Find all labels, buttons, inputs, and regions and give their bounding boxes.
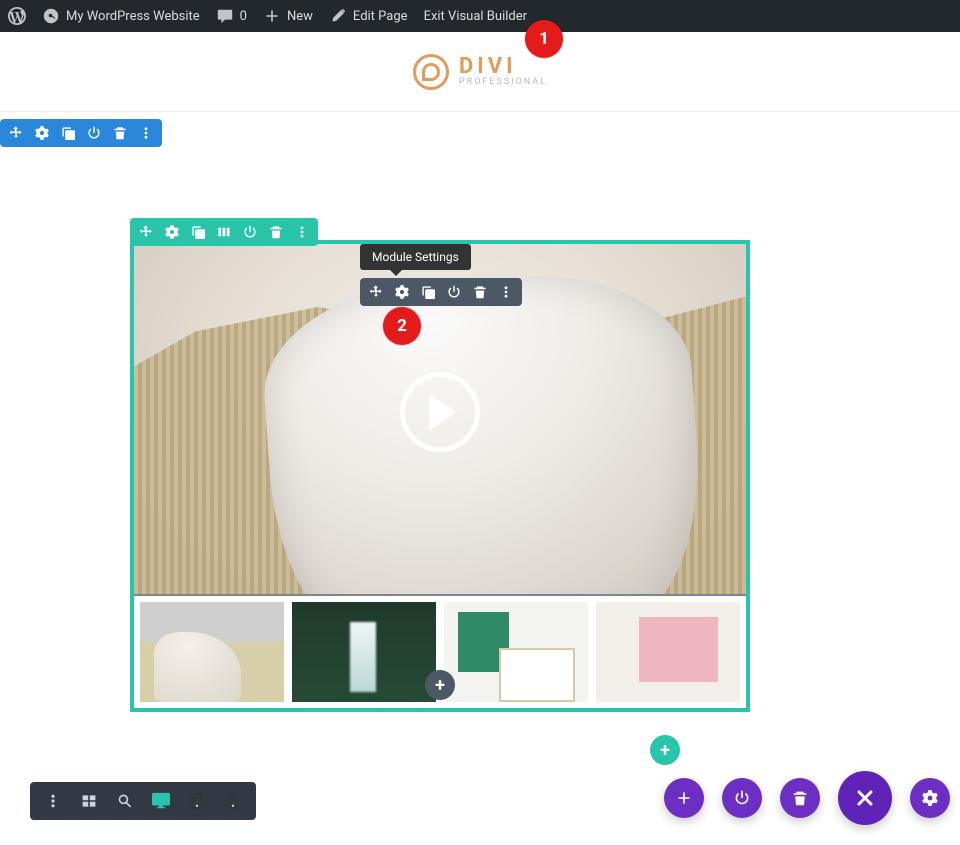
dashboard-icon <box>42 7 60 25</box>
duplicate-icon[interactable] <box>60 125 76 141</box>
section-toolbar <box>0 119 162 147</box>
fab-power[interactable] <box>722 778 762 818</box>
phone-view-icon[interactable] <box>224 792 242 810</box>
dots-icon[interactable] <box>44 792 62 810</box>
module-toolbar: Module Settings <box>360 278 522 306</box>
wp-menu-edit-page[interactable]: Edit Page <box>329 7 408 25</box>
wp-menu-wordpress[interactable] <box>8 7 26 25</box>
gear-icon[interactable] <box>164 224 180 240</box>
columns-icon[interactable] <box>216 224 232 240</box>
thumbnail-4[interactable] <box>596 602 740 702</box>
module-settings-button[interactable] <box>394 284 410 300</box>
gear-icon[interactable] <box>34 125 50 141</box>
pencil-icon <box>329 7 347 25</box>
logo-mark-icon <box>413 54 449 90</box>
logo-tagline: PROFESSIONAL <box>459 78 547 87</box>
fab-close[interactable] <box>838 771 892 825</box>
power-icon[interactable] <box>242 224 258 240</box>
tooltip-text: Module Settings <box>372 250 459 264</box>
fab-add[interactable] <box>664 778 704 818</box>
play-icon[interactable] <box>400 372 480 452</box>
add-row-button[interactable]: + <box>650 735 680 765</box>
edit-page-label: Edit Page <box>353 9 408 24</box>
trash-icon[interactable] <box>472 284 488 300</box>
power-icon[interactable] <box>86 125 102 141</box>
zoom-icon[interactable] <box>116 792 134 810</box>
wp-menu-exit-visual-builder[interactable]: Exit Visual Builder <box>424 9 527 24</box>
move-icon[interactable] <box>8 125 24 141</box>
power-icon[interactable] <box>446 284 462 300</box>
logo-brand: DIVI <box>459 56 547 78</box>
duplicate-icon[interactable] <box>420 284 436 300</box>
move-icon[interactable] <box>138 224 154 240</box>
hero-bg-blanket <box>257 264 709 594</box>
dots-icon[interactable] <box>138 125 154 141</box>
tablet-view-icon[interactable] <box>188 792 206 810</box>
module-settings-tooltip: Module Settings <box>360 244 471 270</box>
wp-admin-bar: My WordPress Website 0 New Edit Page Exi… <box>0 0 960 32</box>
site-name-label: My WordPress Website <box>66 9 200 24</box>
row-toolbar <box>130 218 318 246</box>
wp-menu-new[interactable]: New <box>263 7 313 25</box>
thumbnail-3[interactable] <box>444 602 588 702</box>
move-icon[interactable] <box>368 284 384 300</box>
add-module-button[interactable]: + <box>425 670 455 700</box>
wp-menu-site[interactable]: My WordPress Website <box>42 7 200 25</box>
dots-icon[interactable] <box>294 224 310 240</box>
trash-icon[interactable] <box>112 125 128 141</box>
wordpress-icon <box>8 7 26 25</box>
duplicate-icon[interactable] <box>190 224 206 240</box>
desktop-view-icon[interactable] <box>152 792 170 810</box>
site-logo[interactable]: DIVI PROFESSIONAL <box>413 54 547 90</box>
new-label: New <box>287 9 313 24</box>
builder-view-bar <box>30 782 256 820</box>
logo-text: DIVI PROFESSIONAL <box>459 56 547 87</box>
callout-1-number: 1 <box>539 29 549 49</box>
comments-count: 0 <box>240 9 247 24</box>
dots-icon[interactable] <box>498 284 514 300</box>
wp-menu-comments[interactable]: 0 <box>216 7 247 25</box>
callout-badge-2: 2 <box>383 307 421 345</box>
fab-trash[interactable] <box>780 778 820 818</box>
trash-icon[interactable] <box>268 224 284 240</box>
builder-row[interactable] <box>130 240 750 712</box>
callout-2-number: 2 <box>397 316 407 336</box>
comment-icon <box>216 7 234 25</box>
callout-badge-1: 1 <box>525 20 563 58</box>
thumbnail-1[interactable] <box>140 602 284 702</box>
plus-icon <box>263 7 281 25</box>
layout-icon[interactable] <box>80 792 98 810</box>
builder-action-fabs <box>664 771 950 825</box>
fab-settings[interactable] <box>910 778 950 818</box>
thumbnail-2[interactable] <box>292 602 436 702</box>
site-header: DIVI PROFESSIONAL <box>0 32 960 112</box>
exit-vb-label: Exit Visual Builder <box>424 9 527 24</box>
